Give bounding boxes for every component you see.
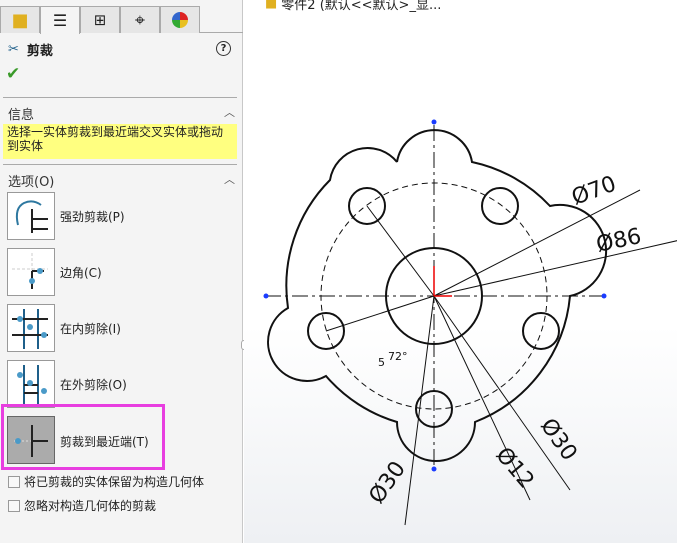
dim-angle[interactable]: 72°: [388, 350, 408, 363]
dim-d30-left[interactable]: Ø30: [364, 457, 410, 508]
dim-d12[interactable]: Ø12: [490, 443, 538, 494]
hole-circle: [481, 187, 519, 225]
angle-prefix: 5: [378, 356, 385, 369]
sketch-drawing[interactable]: Ø70 Ø86 Ø30 Ø12 Ø30 5 72°: [0, 0, 677, 543]
dim-d30-right[interactable]: Ø30: [535, 414, 581, 465]
